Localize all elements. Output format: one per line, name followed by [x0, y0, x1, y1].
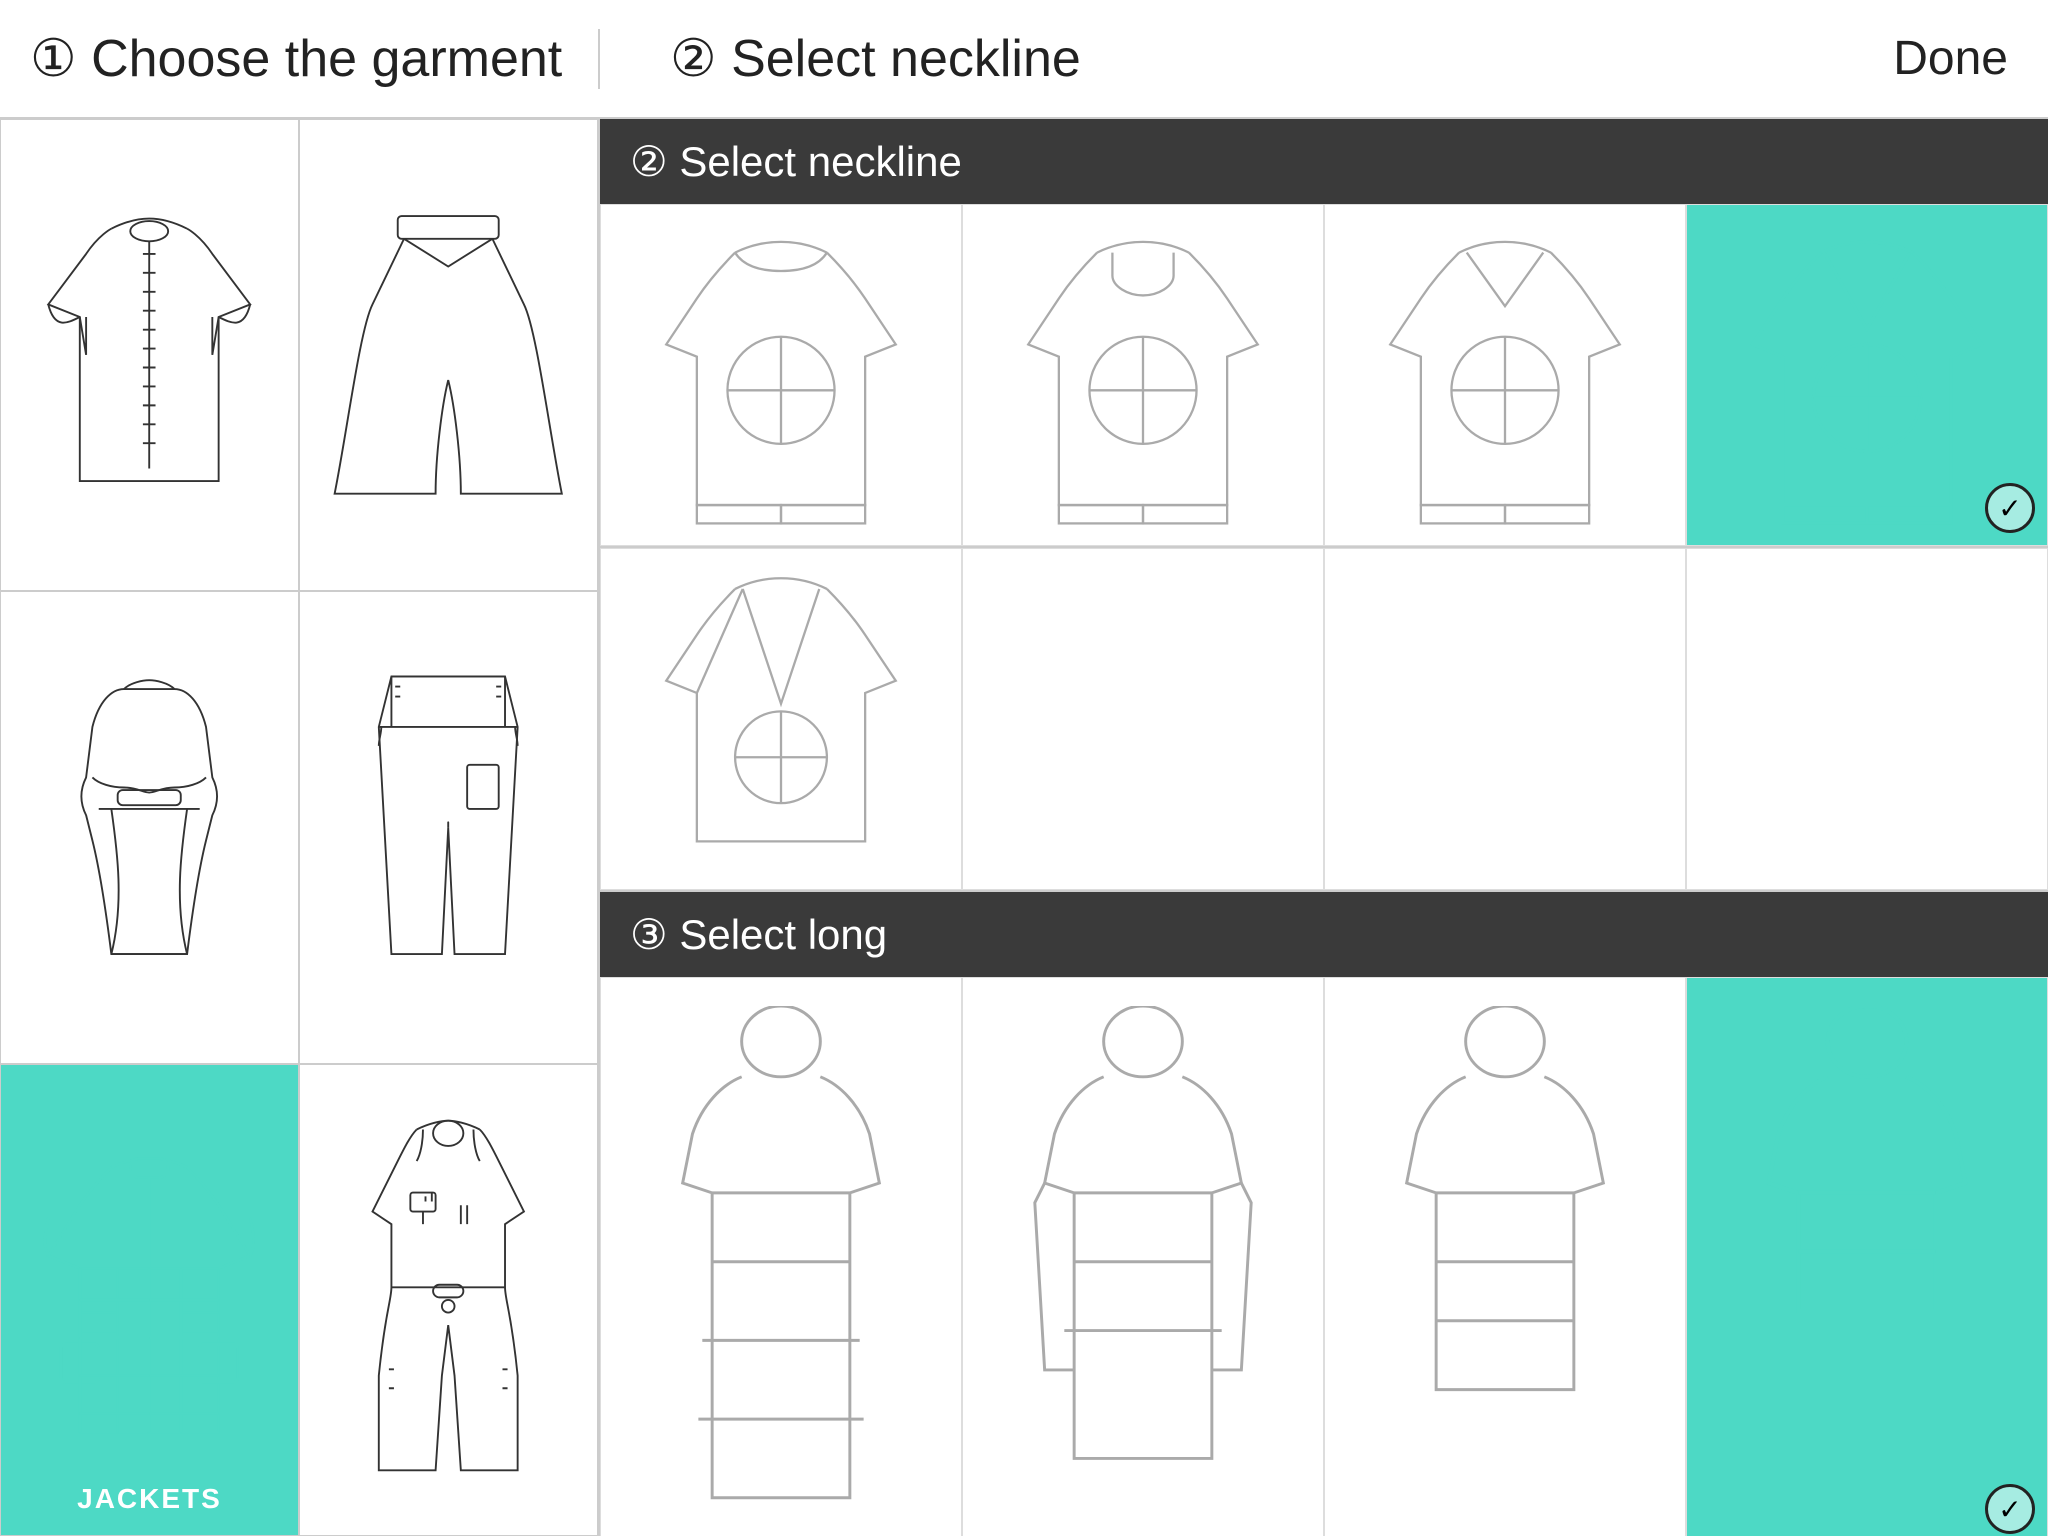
neckline-vneck[interactable] — [1324, 204, 1686, 546]
long-midi[interactable] — [962, 977, 1324, 1536]
right-panel: ② Select neckline — [600, 119, 2048, 1536]
neckline-crew[interactable] — [962, 204, 1324, 546]
right-header: ② Select neckline Done — [600, 29, 2048, 89]
neckline-options-row1: ✓ — [600, 204, 2048, 548]
long-options-row1: ✓ — [600, 977, 2048, 1536]
long-header: ③ Select long — [600, 892, 2048, 977]
neckline-extra-row — [600, 548, 2048, 892]
long-short[interactable]: ✓ — [1686, 977, 2048, 1536]
neckline-check: ✓ — [1985, 483, 2035, 533]
main-content: JACKETS ② Select n — [0, 119, 2048, 1536]
garment-jacket[interactable]: JACKETS — [0, 1064, 299, 1536]
long-knee[interactable] — [1324, 977, 1686, 1536]
garment-jumpsuit[interactable] — [299, 1064, 598, 1536]
garment-section-title: ① Choose the garment — [0, 29, 600, 89]
neckline-section-title: ② Select neckline — [640, 29, 1111, 89]
neckline-empty-3 — [1324, 548, 1686, 890]
neckline-deep[interactable]: ✓ — [1686, 204, 2048, 546]
garment-pants[interactable] — [299, 591, 598, 1063]
garment-jacket-label: JACKETS — [1, 1483, 298, 1515]
garment-corset[interactable] — [0, 591, 299, 1063]
done-button[interactable]: Done — [1893, 31, 2008, 86]
garment-grid: JACKETS — [0, 119, 600, 1536]
neckline-wrap[interactable] — [600, 548, 962, 890]
neckline-header: ② Select neckline — [600, 119, 2048, 204]
garment-cape[interactable] — [299, 119, 598, 591]
neckline-empty-4 — [1686, 548, 2048, 890]
top-bar: ① Choose the garment ② Select neckline D… — [0, 0, 2048, 119]
long-check: ✓ — [1985, 1484, 2035, 1534]
garment-blouse[interactable] — [0, 119, 299, 591]
long-maxi[interactable] — [600, 977, 962, 1536]
neckline-round[interactable] — [600, 204, 962, 546]
neckline-empty-2 — [962, 548, 1324, 890]
